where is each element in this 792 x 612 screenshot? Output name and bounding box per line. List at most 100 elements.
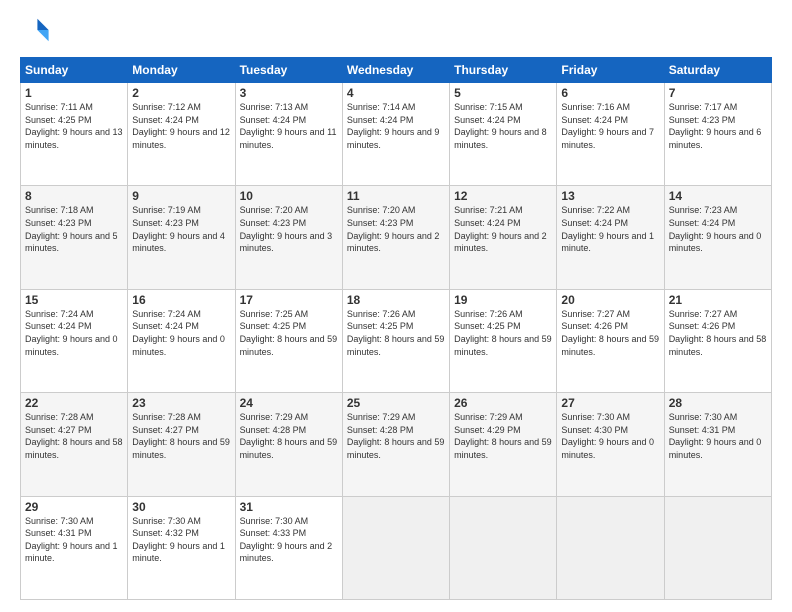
day-info: Sunrise: 7:29 AMSunset: 4:28 PMDaylight:…	[347, 411, 445, 461]
day-number: 18	[347, 293, 445, 307]
calendar-cell	[557, 496, 664, 599]
day-info: Sunrise: 7:28 AMSunset: 4:27 PMDaylight:…	[25, 411, 123, 461]
day-number: 20	[561, 293, 659, 307]
day-number: 4	[347, 86, 445, 100]
weekday-header: Monday	[128, 58, 235, 83]
calendar-cell: 31Sunrise: 7:30 AMSunset: 4:33 PMDayligh…	[235, 496, 342, 599]
day-info: Sunrise: 7:30 AMSunset: 4:30 PMDaylight:…	[561, 411, 659, 461]
day-info: Sunrise: 7:22 AMSunset: 4:24 PMDaylight:…	[561, 204, 659, 254]
day-info: Sunrise: 7:30 AMSunset: 4:31 PMDaylight:…	[669, 411, 767, 461]
day-info: Sunrise: 7:19 AMSunset: 4:23 PMDaylight:…	[132, 204, 230, 254]
calendar-table: SundayMondayTuesdayWednesdayThursdayFrid…	[20, 57, 772, 600]
weekday-header: Thursday	[450, 58, 557, 83]
day-number: 16	[132, 293, 230, 307]
calendar-cell: 27Sunrise: 7:30 AMSunset: 4:30 PMDayligh…	[557, 393, 664, 496]
calendar-cell: 30Sunrise: 7:30 AMSunset: 4:32 PMDayligh…	[128, 496, 235, 599]
calendar-week-row: 8Sunrise: 7:18 AMSunset: 4:23 PMDaylight…	[21, 186, 772, 289]
header	[20, 16, 772, 49]
calendar-cell: 9Sunrise: 7:19 AMSunset: 4:23 PMDaylight…	[128, 186, 235, 289]
calendar-week-row: 15Sunrise: 7:24 AMSunset: 4:24 PMDayligh…	[21, 289, 772, 392]
calendar-cell	[450, 496, 557, 599]
calendar-cell: 13Sunrise: 7:22 AMSunset: 4:24 PMDayligh…	[557, 186, 664, 289]
calendar-cell: 12Sunrise: 7:21 AMSunset: 4:24 PMDayligh…	[450, 186, 557, 289]
day-info: Sunrise: 7:26 AMSunset: 4:25 PMDaylight:…	[347, 308, 445, 358]
calendar-cell	[664, 496, 771, 599]
day-info: Sunrise: 7:27 AMSunset: 4:26 PMDaylight:…	[669, 308, 767, 358]
calendar-cell: 4Sunrise: 7:14 AMSunset: 4:24 PMDaylight…	[342, 83, 449, 186]
day-info: Sunrise: 7:29 AMSunset: 4:29 PMDaylight:…	[454, 411, 552, 461]
calendar-cell: 6Sunrise: 7:16 AMSunset: 4:24 PMDaylight…	[557, 83, 664, 186]
day-number: 24	[240, 396, 338, 410]
weekday-header: Wednesday	[342, 58, 449, 83]
day-number: 5	[454, 86, 552, 100]
day-number: 7	[669, 86, 767, 100]
calendar-cell: 2Sunrise: 7:12 AMSunset: 4:24 PMDaylight…	[128, 83, 235, 186]
day-info: Sunrise: 7:20 AMSunset: 4:23 PMDaylight:…	[347, 204, 445, 254]
day-number: 31	[240, 500, 338, 514]
weekday-header: Friday	[557, 58, 664, 83]
day-info: Sunrise: 7:30 AMSunset: 4:33 PMDaylight:…	[240, 515, 338, 565]
day-number: 21	[669, 293, 767, 307]
calendar-cell: 5Sunrise: 7:15 AMSunset: 4:24 PMDaylight…	[450, 83, 557, 186]
day-number: 6	[561, 86, 659, 100]
day-number: 27	[561, 396, 659, 410]
weekday-header: Saturday	[664, 58, 771, 83]
calendar-cell: 8Sunrise: 7:18 AMSunset: 4:23 PMDaylight…	[21, 186, 128, 289]
day-number: 29	[25, 500, 123, 514]
day-info: Sunrise: 7:24 AMSunset: 4:24 PMDaylight:…	[132, 308, 230, 358]
day-info: Sunrise: 7:12 AMSunset: 4:24 PMDaylight:…	[132, 101, 230, 151]
day-number: 26	[454, 396, 552, 410]
calendar-cell: 22Sunrise: 7:28 AMSunset: 4:27 PMDayligh…	[21, 393, 128, 496]
day-number: 8	[25, 189, 123, 203]
logo	[20, 16, 50, 49]
day-number: 11	[347, 189, 445, 203]
day-number: 23	[132, 396, 230, 410]
calendar-cell: 21Sunrise: 7:27 AMSunset: 4:26 PMDayligh…	[664, 289, 771, 392]
calendar-cell: 20Sunrise: 7:27 AMSunset: 4:26 PMDayligh…	[557, 289, 664, 392]
calendar-cell: 25Sunrise: 7:29 AMSunset: 4:28 PMDayligh…	[342, 393, 449, 496]
day-info: Sunrise: 7:28 AMSunset: 4:27 PMDaylight:…	[132, 411, 230, 461]
weekday-header: Sunday	[21, 58, 128, 83]
day-number: 14	[669, 189, 767, 203]
day-info: Sunrise: 7:16 AMSunset: 4:24 PMDaylight:…	[561, 101, 659, 151]
calendar-week-row: 29Sunrise: 7:30 AMSunset: 4:31 PMDayligh…	[21, 496, 772, 599]
calendar-cell	[342, 496, 449, 599]
calendar-cell: 18Sunrise: 7:26 AMSunset: 4:25 PMDayligh…	[342, 289, 449, 392]
calendar-week-row: 22Sunrise: 7:28 AMSunset: 4:27 PMDayligh…	[21, 393, 772, 496]
day-info: Sunrise: 7:24 AMSunset: 4:24 PMDaylight:…	[25, 308, 123, 358]
calendar-cell: 3Sunrise: 7:13 AMSunset: 4:24 PMDaylight…	[235, 83, 342, 186]
calendar-cell: 28Sunrise: 7:30 AMSunset: 4:31 PMDayligh…	[664, 393, 771, 496]
calendar-cell: 26Sunrise: 7:29 AMSunset: 4:29 PMDayligh…	[450, 393, 557, 496]
day-number: 10	[240, 189, 338, 203]
calendar-cell: 17Sunrise: 7:25 AMSunset: 4:25 PMDayligh…	[235, 289, 342, 392]
day-number: 9	[132, 189, 230, 203]
day-number: 15	[25, 293, 123, 307]
day-info: Sunrise: 7:14 AMSunset: 4:24 PMDaylight:…	[347, 101, 445, 151]
calendar-cell: 14Sunrise: 7:23 AMSunset: 4:24 PMDayligh…	[664, 186, 771, 289]
calendar-cell: 19Sunrise: 7:26 AMSunset: 4:25 PMDayligh…	[450, 289, 557, 392]
day-info: Sunrise: 7:13 AMSunset: 4:24 PMDaylight:…	[240, 101, 338, 151]
calendar-header-row: SundayMondayTuesdayWednesdayThursdayFrid…	[21, 58, 772, 83]
day-info: Sunrise: 7:25 AMSunset: 4:25 PMDaylight:…	[240, 308, 338, 358]
calendar-cell: 16Sunrise: 7:24 AMSunset: 4:24 PMDayligh…	[128, 289, 235, 392]
weekday-header: Tuesday	[235, 58, 342, 83]
day-info: Sunrise: 7:21 AMSunset: 4:24 PMDaylight:…	[454, 204, 552, 254]
calendar-cell: 23Sunrise: 7:28 AMSunset: 4:27 PMDayligh…	[128, 393, 235, 496]
logo-icon	[22, 16, 50, 44]
day-info: Sunrise: 7:26 AMSunset: 4:25 PMDaylight:…	[454, 308, 552, 358]
day-number: 28	[669, 396, 767, 410]
day-info: Sunrise: 7:27 AMSunset: 4:26 PMDaylight:…	[561, 308, 659, 358]
day-number: 13	[561, 189, 659, 203]
day-number: 1	[25, 86, 123, 100]
calendar-cell: 7Sunrise: 7:17 AMSunset: 4:23 PMDaylight…	[664, 83, 771, 186]
day-info: Sunrise: 7:17 AMSunset: 4:23 PMDaylight:…	[669, 101, 767, 151]
day-number: 17	[240, 293, 338, 307]
day-number: 22	[25, 396, 123, 410]
day-number: 19	[454, 293, 552, 307]
day-number: 25	[347, 396, 445, 410]
day-number: 12	[454, 189, 552, 203]
day-info: Sunrise: 7:11 AMSunset: 4:25 PMDaylight:…	[25, 101, 123, 151]
day-info: Sunrise: 7:23 AMSunset: 4:24 PMDaylight:…	[669, 204, 767, 254]
day-info: Sunrise: 7:15 AMSunset: 4:24 PMDaylight:…	[454, 101, 552, 151]
day-number: 2	[132, 86, 230, 100]
